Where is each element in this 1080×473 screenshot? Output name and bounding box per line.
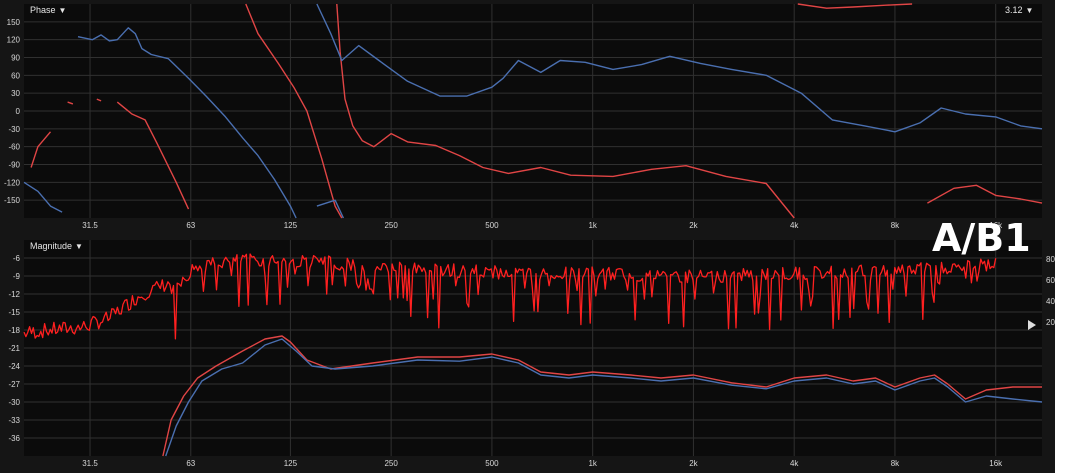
chevron-down-icon: ▼ bbox=[75, 242, 83, 251]
x-tick-label: 1k bbox=[588, 221, 597, 230]
audio-analyzer: 150 120 90 60 30 0 -30 -60 -90 -120 -150 31.5 63 125… bbox=[0, 0, 1055, 473]
y-tick-label: -60 bbox=[8, 143, 20, 152]
phase-plot: 150 120 90 60 30 0 -30 -60 -90 -120 -150 31.5 63 125… bbox=[4, 3, 1043, 230]
right-axis-tick-label: 80 bbox=[1046, 255, 1055, 264]
magnitude-y-axis: -6 -9 -12 -15 -18 -21 -24 -27 -30 -33 -36 bbox=[8, 254, 20, 443]
y-tick-label: 150 bbox=[7, 18, 21, 27]
y-tick-label: 60 bbox=[11, 71, 20, 80]
magnitude-menu-button[interactable]: Magnitude ▼ bbox=[30, 241, 83, 251]
x-tick-label: 8k bbox=[891, 221, 900, 230]
magnitude-plot: -6 -9 -12 -15 -18 -21 -24 -27 -30 -33 -36 80 60 40 20… bbox=[8, 240, 1055, 468]
y-tick-label: -33 bbox=[8, 416, 20, 425]
y-tick-label: -120 bbox=[4, 178, 21, 187]
x-tick-label: 250 bbox=[384, 221, 398, 230]
x-tick-label: 125 bbox=[284, 459, 298, 468]
x-tick-label: 1k bbox=[588, 459, 597, 468]
right-axis-tick-label: 40 bbox=[1046, 297, 1055, 306]
x-tick-label: 4k bbox=[790, 459, 799, 468]
x-tick-label: 250 bbox=[384, 459, 398, 468]
x-tick-label: 31.5 bbox=[82, 459, 98, 468]
x-tick-label: 500 bbox=[485, 459, 499, 468]
y-tick-label: -15 bbox=[8, 308, 20, 317]
chevron-down-icon: ▼ bbox=[1025, 6, 1034, 15]
y-tick-label: 0 bbox=[16, 107, 21, 116]
y-tick-label: -150 bbox=[4, 196, 21, 205]
magnitude-right-axis: 80 60 40 20 bbox=[1046, 255, 1055, 327]
y-tick-label: -9 bbox=[13, 272, 21, 281]
phase-menu-button[interactable]: Phase ▼ bbox=[30, 5, 66, 15]
phase-menu-label: Phase bbox=[30, 5, 56, 15]
x-tick-label: 2k bbox=[689, 459, 698, 468]
x-tick-label: 16k bbox=[989, 459, 1003, 468]
y-tick-label: -18 bbox=[8, 326, 20, 335]
y-tick-label: -30 bbox=[8, 398, 20, 407]
y-tick-label: 120 bbox=[7, 36, 21, 45]
y-tick-label: -36 bbox=[8, 434, 20, 443]
analyzer-chart: 150 120 90 60 30 0 -30 -60 -90 -120 -150 31.5 63 125… bbox=[4, 3, 1055, 468]
phase-y-axis: 150 120 90 60 30 0 -30 -60 -90 -120 -150 bbox=[4, 18, 21, 205]
x-tick-label: 125 bbox=[284, 221, 298, 230]
y-tick-label: -24 bbox=[8, 362, 20, 371]
right-axis-tick-label: 20 bbox=[1046, 318, 1055, 327]
y-tick-label: -27 bbox=[8, 380, 20, 389]
phase-readout-button[interactable]: 3.12 ▼ bbox=[1005, 5, 1033, 15]
right-axis-tick-label: 60 bbox=[1046, 276, 1055, 285]
x-tick-label: 4k bbox=[790, 221, 799, 230]
y-tick-label: -12 bbox=[8, 290, 20, 299]
phase-readout-value: 3.12 bbox=[1005, 5, 1023, 15]
x-tick-label: 31.5 bbox=[82, 221, 98, 230]
y-tick-label: 90 bbox=[11, 54, 20, 63]
ab-watermark: A/B1 bbox=[932, 216, 1031, 260]
x-tick-label: 8k bbox=[891, 459, 900, 468]
x-tick-label: 500 bbox=[485, 221, 499, 230]
magnitude-x-axis: 31.5 63 125 250 500 1k 2k 4k 8k 16k bbox=[82, 459, 1003, 468]
x-tick-label: 63 bbox=[186, 459, 195, 468]
chevron-down-icon: ▼ bbox=[58, 6, 67, 15]
y-tick-label: -90 bbox=[8, 161, 20, 170]
y-tick-label: -6 bbox=[13, 254, 21, 263]
magnitude-menu-label: Magnitude bbox=[30, 241, 73, 251]
y-tick-label: 30 bbox=[11, 89, 20, 98]
page-margin bbox=[1055, 0, 1080, 473]
y-tick-label: -21 bbox=[8, 344, 20, 353]
phase-x-axis: 31.5 63 125 250 500 1k 2k 4k 8k 16k bbox=[82, 221, 1003, 230]
x-tick-label: 63 bbox=[186, 221, 195, 230]
y-tick-label: -30 bbox=[8, 125, 20, 134]
x-tick-label: 2k bbox=[689, 221, 698, 230]
